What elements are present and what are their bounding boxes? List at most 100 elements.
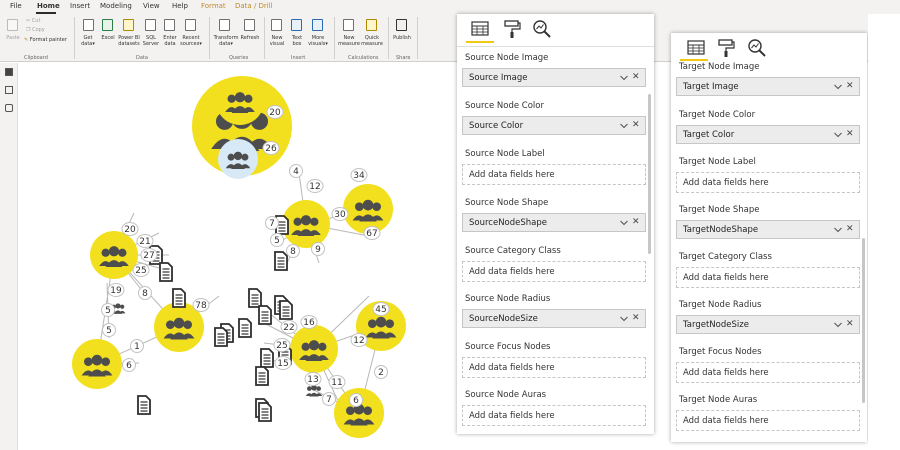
analytics-magnifier-icon[interactable] <box>531 18 553 40</box>
paint-roller-icon[interactable] <box>715 37 737 59</box>
field-well-empty[interactable]: Add data fields here <box>462 260 646 282</box>
graph-node[interactable] <box>90 231 138 279</box>
powerbi-datasets-button[interactable]: Power BI datasets <box>115 35 143 47</box>
field-well-filled[interactable]: TargetNodeSize ✕ <box>676 314 860 334</box>
edge-weight-label: 11 <box>328 375 346 389</box>
field-well-filled[interactable]: SourceNodeSize ✕ <box>462 309 646 328</box>
graph-node[interactable] <box>218 139 258 179</box>
edge-weight-label: 15 <box>274 356 292 370</box>
menu-modeling[interactable]: Modeling <box>100 2 132 10</box>
new-visual-button[interactable]: New visual <box>266 35 288 47</box>
document-icon[interactable] <box>255 366 269 386</box>
field-well-filled[interactable]: Source Color ✕ <box>462 116 646 136</box>
document-icon[interactable] <box>248 288 262 308</box>
chevron-down-icon[interactable] <box>619 218 629 228</box>
refresh-button[interactable]: Refresh <box>238 35 262 41</box>
field-well-empty[interactable]: Add data fields here <box>676 267 860 288</box>
remove-field-icon[interactable]: ✕ <box>846 319 854 329</box>
chevron-down-icon[interactable] <box>833 130 843 140</box>
graph-node[interactable] <box>282 200 330 248</box>
field-placeholder: Add data fields here <box>469 363 555 374</box>
paste-button[interactable]: Paste <box>3 35 23 41</box>
field-well-empty[interactable]: Add data fields here <box>462 405 646 427</box>
publish-icon <box>396 19 407 31</box>
document-icon[interactable] <box>274 251 288 271</box>
format-painter-button[interactable]: ✎ Format painter <box>24 37 67 43</box>
remove-field-icon[interactable]: ✕ <box>846 129 854 139</box>
document-icon[interactable] <box>214 327 228 347</box>
document-icon[interactable] <box>258 402 272 422</box>
copy-button[interactable]: ❐ Copy <box>26 27 45 33</box>
edge-weight-label: 25 <box>132 263 150 277</box>
paint-roller-icon[interactable] <box>501 18 523 40</box>
paste-icon <box>7 19 18 31</box>
edge-weight-label: 16 <box>300 315 318 329</box>
field-well-empty[interactable]: Add data fields here <box>676 409 860 431</box>
menu-format[interactable]: Format <box>201 2 226 10</box>
report-view-icon[interactable] <box>5 68 13 76</box>
remove-field-icon[interactable]: ✕ <box>632 72 640 82</box>
publish-button[interactable]: Publish <box>390 35 414 41</box>
chevron-down-icon[interactable] <box>833 82 843 92</box>
menu-view[interactable]: View <box>143 2 160 10</box>
field-well-empty[interactable]: Add data fields here <box>676 362 860 383</box>
excel-icon <box>102 19 113 31</box>
graph-node[interactable] <box>72 339 122 389</box>
fields-tab-icon[interactable] <box>469 18 491 40</box>
field-value: SourceNodeSize <box>469 314 538 324</box>
fields-tab-icon[interactable] <box>685 37 707 59</box>
network-graph[interactable]: 20264123430758 9672021272581955781622 1645… <box>19 63 456 450</box>
quick-measure-button[interactable]: Quick measure <box>359 35 385 47</box>
chevron-down-icon: ▾ <box>325 41 328 47</box>
document-icon[interactable] <box>159 262 173 282</box>
graph-node[interactable] <box>290 325 338 373</box>
remove-field-icon[interactable]: ✕ <box>846 224 854 234</box>
chevron-down-icon[interactable] <box>619 314 629 324</box>
document-icon[interactable] <box>172 288 186 308</box>
svg-text:5: 5 <box>106 326 112 336</box>
data-view-icon[interactable] <box>5 86 13 94</box>
analytics-magnifier-icon[interactable] <box>746 37 768 59</box>
menu-file[interactable]: File <box>10 2 22 10</box>
queries-group-label: Queries <box>229 55 249 61</box>
recent-sources-button[interactable]: Recent sources▾ <box>178 35 204 47</box>
remove-field-icon[interactable]: ✕ <box>632 313 640 323</box>
edge-weight-label: 2 <box>374 365 388 379</box>
menu-insert[interactable]: Insert <box>70 2 90 10</box>
field-well-filled[interactable]: SourceNodeShape ✕ <box>462 212 646 232</box>
chevron-down-icon[interactable] <box>833 225 843 235</box>
insert-group-label: Insert <box>291 55 306 61</box>
remove-field-icon[interactable]: ✕ <box>632 217 640 227</box>
field-well-filled[interactable]: TargetNodeShape ✕ <box>676 219 860 239</box>
cut-button[interactable]: ✂ Cut <box>26 18 40 24</box>
field-well-filled[interactable]: Target Color ✕ <box>676 124 860 144</box>
document-icon[interactable] <box>279 300 293 320</box>
menu-data-drill[interactable]: Data / Drill <box>235 2 273 10</box>
menu-home[interactable]: Home <box>37 2 60 10</box>
edge-weight-label: 20 <box>121 222 139 236</box>
active-tab-indicator <box>466 41 494 43</box>
field-well-filled[interactable]: Target Image ✕ <box>676 77 860 96</box>
document-icon[interactable] <box>258 305 272 325</box>
field-well-empty[interactable]: Add data fields here <box>462 357 646 379</box>
document-icon[interactable] <box>260 348 274 368</box>
field-well-empty[interactable]: Add data fields here <box>676 172 860 193</box>
more-visuals-button[interactable]: More visuals▾ <box>305 35 331 47</box>
pane-scrollbar[interactable] <box>862 238 865 403</box>
document-icon[interactable] <box>137 395 151 415</box>
chevron-down-icon[interactable] <box>619 73 629 83</box>
field-well-filled[interactable]: Source Image ✕ <box>462 68 646 87</box>
remove-field-icon[interactable]: ✕ <box>632 120 640 130</box>
chevron-down-icon[interactable] <box>833 320 843 330</box>
menu-help[interactable]: Help <box>172 2 188 10</box>
graph-node[interactable] <box>343 184 393 234</box>
model-view-icon[interactable] <box>5 104 13 112</box>
graph-node[interactable] <box>216 77 264 125</box>
transform-data-button[interactable]: Transform data▾ <box>212 35 240 47</box>
chevron-down-icon[interactable] <box>619 121 629 131</box>
pane-scrollbar[interactable] <box>648 94 651 254</box>
document-icon[interactable] <box>238 318 252 338</box>
field-well-empty[interactable]: Add data fields here <box>462 164 646 186</box>
graph-node[interactable] <box>305 384 323 397</box>
remove-field-icon[interactable]: ✕ <box>846 81 854 91</box>
